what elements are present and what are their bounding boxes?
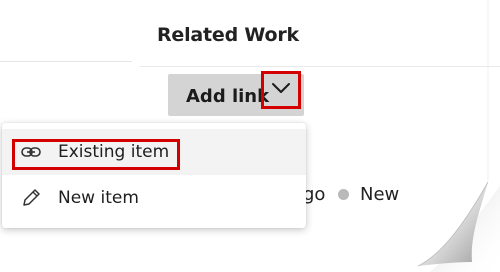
left-panel-divider: [0, 61, 132, 62]
menu-item-existing[interactable]: Existing item: [2, 129, 306, 175]
menu-item-new-label: New item: [58, 188, 139, 208]
menu-item-new[interactable]: New item: [2, 175, 306, 221]
status-partial-text: go: [303, 184, 326, 205]
pencil-icon: [20, 187, 42, 209]
existing-item-highlight: [12, 139, 180, 170]
add-link-dropdown-toggle[interactable]: [261, 71, 301, 109]
status-dot-icon: [338, 189, 349, 200]
add-link-menu: Existing item New item: [2, 123, 306, 228]
title-divider: [140, 66, 500, 67]
chevron-down-icon: [271, 81, 291, 99]
related-work-title: Related Work: [157, 24, 299, 46]
status-new-label: New: [360, 184, 400, 205]
add-link-label[interactable]: Add link: [186, 86, 269, 107]
